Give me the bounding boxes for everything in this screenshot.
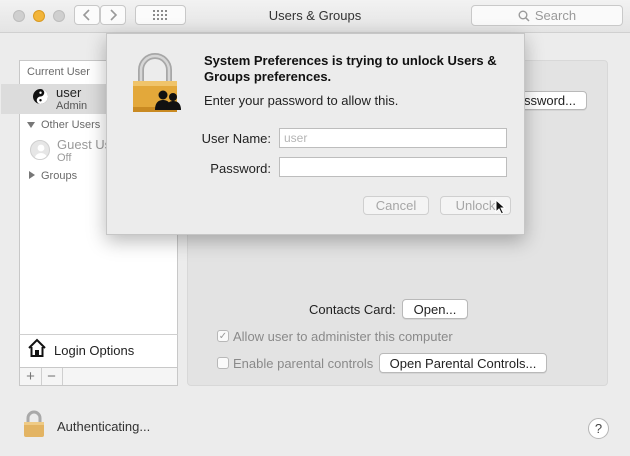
current-user-role: Admin: [56, 100, 88, 112]
help-button[interactable]: ?: [588, 418, 609, 439]
authentication-status: Authenticating...: [57, 419, 151, 434]
guest-avatar: [30, 140, 50, 160]
lock-users-icon: [133, 53, 181, 112]
allow-admin-label: Allow user to administer this computer: [233, 329, 453, 344]
search-placeholder: Search: [534, 8, 577, 23]
remove-user-button[interactable]: −: [41, 368, 63, 385]
username-input[interactable]: [279, 128, 507, 148]
sidebar-divider: [19, 334, 178, 335]
parental-controls-checkbox[interactable]: [217, 357, 229, 369]
sidebar-action-bar: + −: [19, 368, 178, 386]
current-user-name: user: [56, 85, 82, 100]
open-contacts-button[interactable]: Open...: [402, 299, 468, 319]
search-icon: [518, 10, 530, 22]
password-label: Password:: [210, 161, 271, 176]
mouse-cursor-icon: [495, 199, 506, 215]
login-options-item[interactable]: Login Options: [54, 343, 134, 358]
password-input[interactable]: [279, 157, 507, 177]
sidebar-item-groups[interactable]: Groups: [41, 170, 77, 182]
lock-icon[interactable]: [22, 409, 46, 439]
add-user-button[interactable]: +: [20, 368, 42, 385]
dialog-message: Enter your password to allow this.: [204, 93, 399, 108]
username-label: User Name:: [201, 131, 271, 146]
other-users-disclosure-icon[interactable]: [27, 122, 35, 128]
search-field[interactable]: Search: [471, 5, 623, 26]
groups-disclosure-icon[interactable]: [29, 171, 35, 179]
dialog-title: System Preferences is trying to unlock U…: [204, 53, 497, 84]
cancel-button[interactable]: Cancel: [363, 196, 429, 215]
guest-user-name[interactable]: Guest Us: [57, 137, 111, 152]
current-user-header: Current User: [27, 66, 90, 78]
parental-controls-label: Enable parental controls: [233, 356, 374, 371]
house-icon: [28, 338, 46, 357]
other-users-header: Other Users: [41, 119, 101, 131]
yin-yang-avatar-icon: [33, 89, 48, 104]
guest-user-status: Off: [57, 152, 72, 164]
allow-admin-checkbox[interactable]: ✓: [217, 330, 229, 342]
open-parental-controls-button[interactable]: Open Parental Controls...: [379, 353, 547, 373]
contacts-card-label: Contacts Card:: [309, 302, 396, 317]
